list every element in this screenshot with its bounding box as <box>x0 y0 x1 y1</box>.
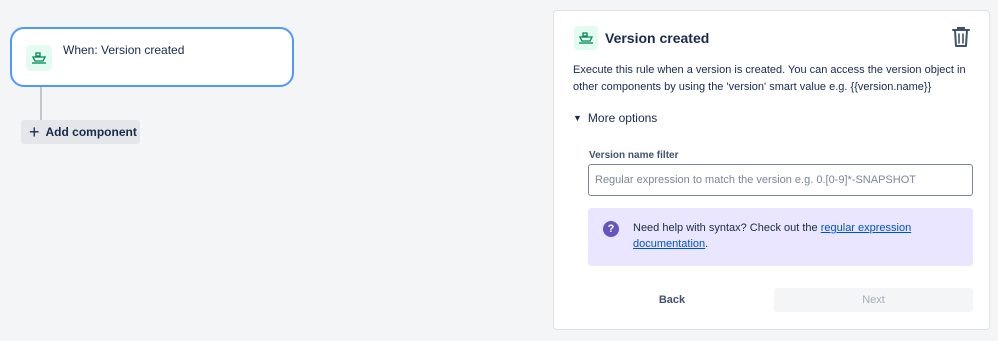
more-options-toggle[interactable]: ▼ More options <box>573 111 657 125</box>
help-text: Need help with syntax? Check out the reg… <box>633 220 953 252</box>
panel-description: Execute this rule when a version is crea… <box>573 64 966 93</box>
version-name-filter-label: Version name filter <box>589 150 679 161</box>
trigger-card[interactable]: When: Version created <box>10 27 294 87</box>
panel-title: Version created <box>605 30 710 46</box>
more-options-label: More options <box>587 111 658 125</box>
help-text-suffix: . <box>705 238 709 250</box>
add-component-button[interactable]: + Add component <box>21 120 140 144</box>
question-icon: ? <box>603 221 619 237</box>
trigger-config-panel: Version created Execute this rule when a… <box>553 10 990 330</box>
help-text-body: Need help with syntax? Check out the <box>633 222 821 234</box>
add-component-label: Add component <box>45 125 137 139</box>
trigger-label: When: Version created <box>63 43 185 57</box>
help-message: ? Need help with syntax? Check out the r… <box>588 208 973 266</box>
version-name-filter-input[interactable] <box>588 164 973 196</box>
next-button[interactable]: Next <box>774 288 973 312</box>
connector-line <box>40 87 42 121</box>
chevron-down-icon: ▼ <box>573 113 582 123</box>
plus-icon: + <box>29 122 40 142</box>
trash-icon[interactable] <box>951 26 971 48</box>
ship-icon <box>574 26 598 50</box>
back-button[interactable]: Back <box>647 288 697 312</box>
ship-icon <box>26 45 52 71</box>
